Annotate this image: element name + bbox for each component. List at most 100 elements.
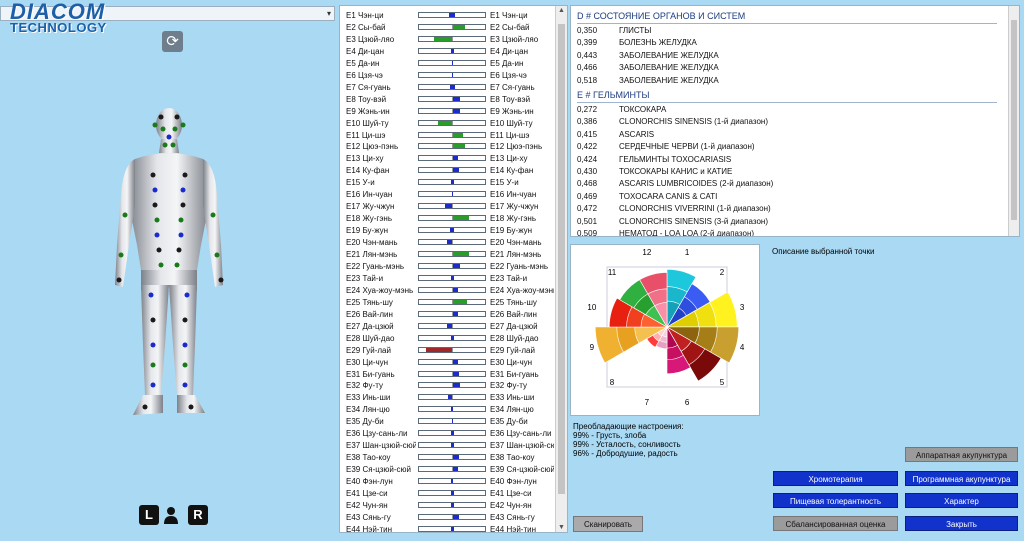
meridian-row[interactable]: E25 Тянь-шу E25 Тянь-шу bbox=[340, 297, 555, 308]
meridian-row[interactable]: E42 Чун-ян E42 Чун-ян bbox=[340, 500, 555, 511]
meridian-right-label: E22 Гуань-мэнь bbox=[490, 261, 549, 271]
scroll-thumb[interactable] bbox=[558, 24, 565, 494]
meridian-row[interactable]: E38 Тао-коу E38 Тао-коу bbox=[340, 452, 555, 463]
meridian-row[interactable]: E18 Жу-гэнь E18 Жу-гэнь bbox=[340, 213, 555, 224]
diagnosis-value: 0,430 bbox=[577, 167, 598, 176]
meridian-row[interactable]: E7 Ся-гуань E7 Ся-гуань bbox=[340, 82, 555, 93]
meridian-row[interactable]: E33 Инь-ши E33 Инь-ши bbox=[340, 392, 555, 403]
meridian-row[interactable]: E43 Сянь-гу E43 Сянь-гу bbox=[340, 512, 555, 523]
scroll-down-icon[interactable]: ▼ bbox=[558, 524, 565, 531]
meridian-row[interactable]: E31 Би-гуань E31 Би-гуань bbox=[340, 369, 555, 380]
meridian-right-label: E6 Цзя-чэ bbox=[490, 70, 527, 80]
diagnosis-name: ASCARIS LUMBRICOIDES (2-й диапазон) bbox=[619, 179, 774, 189]
meridian-right-label: E15 У-и bbox=[490, 178, 519, 188]
diagnosis-value: 0,468 bbox=[577, 179, 598, 189]
meridian-row[interactable]: E16 Ин-чуан E16 Ин-чуан bbox=[340, 189, 555, 200]
meridian-left-label: E4 Ди-цан bbox=[346, 46, 385, 56]
meridian-row[interactable]: E22 Гуань-мэнь E22 Гуань-мэнь bbox=[340, 261, 555, 272]
refresh-icon[interactable]: ⟳ bbox=[162, 31, 183, 52]
right-side-button[interactable]: R bbox=[188, 505, 208, 525]
meridian-row[interactable]: E26 Вай-лин E26 Вай-лин bbox=[340, 309, 555, 320]
meridian-row[interactable]: E10 Шуй-ту E10 Шуй-ту bbox=[340, 118, 555, 129]
meridian-row[interactable]: E17 Жу-чжун E17 Жу-чжун bbox=[340, 201, 555, 212]
diagnosis-panel[interactable]: D # СОСТОЯНИЕ ОРГАНОВ И СИСТЕМ 0,350 ГЛИС… bbox=[570, 5, 1020, 237]
meridian-row[interactable]: E29 Гуй-лай E29 Гуй-лай bbox=[340, 345, 555, 356]
close-button[interactable]: Закрыть bbox=[905, 516, 1018, 531]
meridian-row[interactable]: E35 Ду-би E35 Ду-би bbox=[340, 416, 555, 427]
meridian-bar bbox=[418, 203, 486, 210]
meridian-right-label: E44 Нэй-тин bbox=[490, 524, 536, 533]
meridian-right-label: E31 Би-гуань bbox=[490, 369, 539, 379]
program-acupuncture-button[interactable]: Программная акупунктура bbox=[905, 471, 1018, 486]
balanced-assessment-button[interactable]: Сбалансированная оценка bbox=[773, 516, 898, 531]
chromotherapy-button[interactable]: Хромотерапия bbox=[773, 471, 898, 486]
meridian-row[interactable]: E1 Чэн-ци E1 Чэн-ци bbox=[340, 10, 555, 21]
meridian-row[interactable]: E4 Ди-цан E4 Ди-цан bbox=[340, 46, 555, 57]
meridian-row[interactable]: E28 Шуй-дао E28 Шуй-дао bbox=[340, 333, 555, 344]
meridian-row[interactable]: E8 Тоу-вэй E8 Тоу-вэй bbox=[340, 94, 555, 105]
meridian-left-label: E33 Инь-ши bbox=[346, 393, 391, 403]
meridian-list[interactable]: E1 Чэн-ци E1 Чэн-ци E2 Сы-бай E2 Сы-бай E3 Ц… bbox=[339, 5, 568, 533]
diagnosis-scrollbar[interactable] bbox=[1008, 6, 1019, 236]
meridian-left-label: E19 Бу-жун bbox=[346, 226, 389, 236]
meridian-row[interactable]: E15 У-и E15 У-и bbox=[340, 177, 555, 188]
diagnosis-name: CLONORCHIS SINENSIS (1-й диапазон) bbox=[619, 117, 768, 127]
chevron-down-icon[interactable]: ▾ bbox=[327, 9, 331, 18]
person-icon[interactable] bbox=[162, 506, 180, 524]
meridian-right-label: E40 Фэн-лун bbox=[490, 477, 537, 487]
meridian-row[interactable]: E39 Ся-цзюй-сюй E39 Ся-цзюй-сюй bbox=[340, 464, 555, 475]
diagnosis-value: 0,509 bbox=[577, 229, 598, 237]
food-tolerance-button[interactable]: Пищевая толерантность bbox=[773, 493, 898, 508]
meridian-bar bbox=[418, 59, 486, 66]
meridian-bar bbox=[418, 418, 486, 425]
meridian-row[interactable]: E27 Да-цзюй E27 Да-цзюй bbox=[340, 321, 555, 332]
meridian-row[interactable]: E12 Цюэ-пэнь E12 Цюэ-пэнь bbox=[340, 141, 555, 152]
meridian-row[interactable]: E23 Тай-и E23 Тай-и bbox=[340, 273, 555, 284]
meridian-left-label: E22 Гуань-мэнь bbox=[346, 261, 405, 271]
meridian-right-label: E12 Цюэ-пэнь bbox=[490, 142, 543, 152]
meridian-left-label: E36 Цзу-сань-ли bbox=[346, 429, 408, 439]
meridian-row[interactable]: E9 Жэнь-ин E9 Жэнь-ин bbox=[340, 106, 555, 117]
meridian-row[interactable]: E6 Цзя-чэ E6 Цзя-чэ bbox=[340, 70, 555, 81]
meridian-row[interactable]: E36 Цзу-сань-ли E36 Цзу-сань-ли bbox=[340, 428, 555, 439]
meridian-left-label: E32 Фу-ту bbox=[346, 381, 383, 391]
meridian-right-label: E2 Сы-бай bbox=[490, 22, 530, 32]
meridian-bar bbox=[418, 274, 486, 281]
meridian-row[interactable]: E30 Ци-чун E30 Ци-чун bbox=[340, 357, 555, 368]
meridian-row[interactable]: E34 Лян-цю E34 Лян-цю bbox=[340, 404, 555, 415]
section-header-organs: D # СОСТОЯНИЕ ОРГАНОВ И СИСТЕМ bbox=[577, 11, 997, 24]
scroll-thumb[interactable] bbox=[1011, 20, 1017, 220]
meridian-row[interactable]: E24 Хуа-жоу-мэнь E24 Хуа-жоу-мэнь bbox=[340, 285, 555, 296]
logo-line2: TECHNOLOGY bbox=[10, 20, 107, 35]
diagnosis-name: CLONORCHIS SINENSIS (3-й диапазон) bbox=[619, 216, 768, 226]
meridian-row[interactable]: E41 Цзе-си E41 Цзе-си bbox=[340, 488, 555, 499]
meridian-row[interactable]: E37 Шан-цзюй-сюй E37 Шан-цзюй-сюй bbox=[340, 440, 555, 451]
body-model[interactable] bbox=[105, 95, 235, 425]
meridian-left-label: E40 Фэн-лун bbox=[346, 477, 393, 487]
meridian-row[interactable]: E19 Бу-жун E19 Бу-жун bbox=[340, 225, 555, 236]
meridian-row[interactable]: E13 Ци-ху E13 Ци-ху bbox=[340, 153, 555, 164]
meridian-right-label: E17 Жу-чжун bbox=[490, 202, 539, 212]
scan-button[interactable]: Сканировать bbox=[573, 516, 643, 532]
meridian-row[interactable]: E20 Чэн-мань E20 Чэн-мань bbox=[340, 237, 555, 248]
meridian-row[interactable]: E11 Ци-шэ E11 Ци-шэ bbox=[340, 130, 555, 141]
meridian-row[interactable]: E32 Фу-ту E32 Фу-ту bbox=[340, 380, 555, 391]
emotion-rose-chart[interactable]: 123456789101112 bbox=[571, 245, 759, 415]
apparatus-acupuncture-button[interactable]: Аппаратная акупунктура bbox=[905, 447, 1018, 462]
meridian-row[interactable]: E14 Ку-фан E14 Ку-фан bbox=[340, 165, 555, 176]
meridian-row[interactable]: E3 Цзюй-ляо E3 Цзюй-ляо bbox=[340, 34, 555, 45]
meridian-row[interactable]: E44 Нэй-тин E44 Нэй-тин bbox=[340, 524, 555, 533]
meridian-row[interactable]: E40 Фэн-лун E40 Фэн-лун bbox=[340, 476, 555, 487]
meridian-right-label: E41 Цзе-си bbox=[490, 489, 532, 498]
meridian-left-label: E42 Чун-ян bbox=[346, 500, 388, 510]
meridian-row[interactable]: E21 Лян-мэнь E21 Лян-мэнь bbox=[340, 249, 555, 260]
meridian-row[interactable]: E5 Да-ин E5 Да-ин bbox=[340, 58, 555, 69]
meridian-left-label: E18 Жу-гэнь bbox=[346, 214, 393, 224]
left-side-button[interactable]: L bbox=[139, 505, 159, 525]
character-button[interactable]: Характер bbox=[905, 493, 1018, 508]
scroll-up-icon[interactable]: ▲ bbox=[558, 7, 565, 14]
meridian-bar bbox=[418, 119, 486, 126]
meridian-scrollbar[interactable]: ▲ ▼ bbox=[555, 6, 567, 532]
meridian-row[interactable]: E2 Сы-бай E2 Сы-бай bbox=[340, 22, 555, 33]
diagnosis-name: ЗАБОЛЕВАНИЕ ЖЕЛУДКА bbox=[619, 50, 719, 60]
